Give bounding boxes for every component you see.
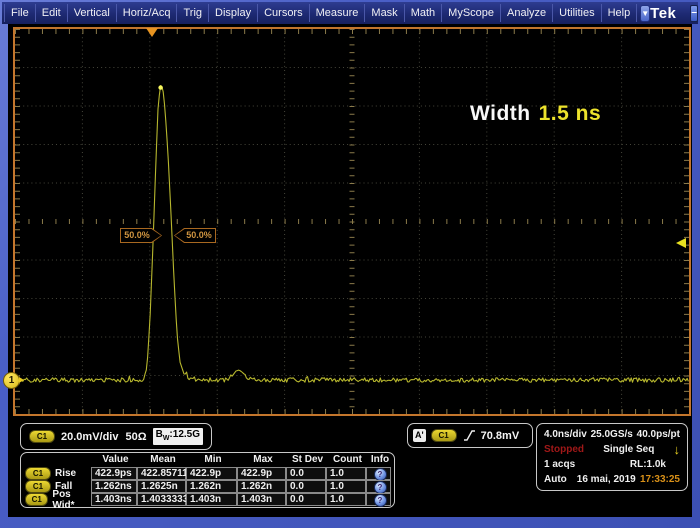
measurement-row-pos-width: C1Pos Wid* 1.403ns 1.4033333n 1.403n 1.4…	[23, 493, 392, 506]
vertical-readout[interactable]: C1 20.0mV/div 50Ω BW:12.5G	[20, 423, 212, 450]
ref-level-marker-left: 50.0%	[120, 228, 162, 243]
menu-bar: File Edit Vertical Horiz/Acq Trig Displa…	[2, 2, 698, 24]
menu-myscope[interactable]: MyScope	[442, 4, 501, 22]
measurement-header-row: Value Mean Min Max St Dev Count Info	[23, 454, 392, 467]
trigger-level-value: 70.8mV	[481, 430, 520, 442]
ref-level-marker-right: 50.0%	[174, 228, 216, 243]
menu-math[interactable]: Math	[405, 4, 442, 22]
trigger-mode: Auto	[544, 474, 567, 485]
acq-count: 1 acqs	[544, 459, 575, 470]
menu-mask[interactable]: Mask	[365, 4, 404, 22]
menu-file[interactable]: File	[4, 4, 36, 22]
oscilloscope-window: File Edit Vertical Horiz/Acq Trig Displa…	[0, 0, 700, 528]
menu-display[interactable]: Display	[209, 4, 258, 22]
width-annotation-label: Width	[470, 102, 531, 125]
resolution: 40.0ps/pt	[637, 429, 680, 440]
menu-vertical[interactable]: Vertical	[68, 4, 117, 22]
menu-utilities[interactable]: Utilities	[553, 4, 601, 22]
trigger-position-marker-icon[interactable]	[146, 28, 158, 37]
menu-edit[interactable]: Edit	[36, 4, 68, 22]
menu-trig[interactable]: Trig	[177, 4, 209, 22]
measurement-row-rise: C1Rise 422.9ps 422.85711p 422.9p 422.9p …	[23, 467, 392, 480]
measurement-table: Value Mean Min Max St Dev Count Info C1R…	[20, 452, 395, 508]
channel-badge: C1	[25, 467, 51, 480]
acq-state: Stopped	[544, 444, 584, 455]
time: 17:33:25	[640, 474, 680, 485]
input-impedance: 50Ω	[126, 431, 147, 443]
trigger-channel-badge: C1	[431, 429, 457, 442]
menu-overflow-button[interactable]: ▼	[640, 5, 650, 22]
menu-help[interactable]: Help	[602, 4, 638, 22]
sample-rate: 25.0GS/s	[591, 429, 633, 440]
waveform-plot	[15, 29, 689, 414]
channel-badge: C1	[29, 430, 55, 443]
trigger-source-chip: A'	[413, 429, 426, 442]
record-length: RL:1.0k	[630, 459, 666, 470]
tek-logo: Tek	[650, 5, 676, 22]
graticule: Width 1.5 ns 50.0% 50.0%	[13, 27, 691, 416]
menu-measure[interactable]: Measure	[310, 4, 366, 22]
channel-badge: C1	[25, 493, 48, 506]
bandwidth-chip: BW:12.5G	[153, 428, 203, 445]
trigger-level-arrow-icon[interactable]	[676, 238, 686, 248]
menu-analyze[interactable]: Analyze	[501, 4, 553, 22]
rising-edge-icon	[462, 429, 476, 442]
info-icon[interactable]: ?	[374, 494, 387, 507]
vertical-scale: 20.0mV/div	[61, 431, 118, 443]
trigger-readout[interactable]: A' C1 70.8mV	[407, 423, 533, 448]
width-annotation-value: 1.5 ns	[539, 102, 602, 125]
width-annotation: Width 1.5 ns	[470, 102, 601, 126]
channel-1-ground-marker[interactable]: 1	[3, 372, 20, 389]
date: 16 mai, 2019	[577, 474, 636, 485]
menu-cursors[interactable]: Cursors	[258, 4, 310, 22]
minimize-button[interactable]: –	[690, 5, 698, 22]
timebase: 4.0ns/div	[544, 429, 587, 440]
acq-mode: Single Seq	[603, 444, 654, 455]
acquisition-readout: 4.0ns/div 25.0GS/s 40.0ps/pt Stopped Sin…	[536, 423, 688, 491]
menu-horiz-acq[interactable]: Horiz/Acq	[117, 4, 178, 22]
arrow-down-icon: ↓	[674, 443, 681, 456]
